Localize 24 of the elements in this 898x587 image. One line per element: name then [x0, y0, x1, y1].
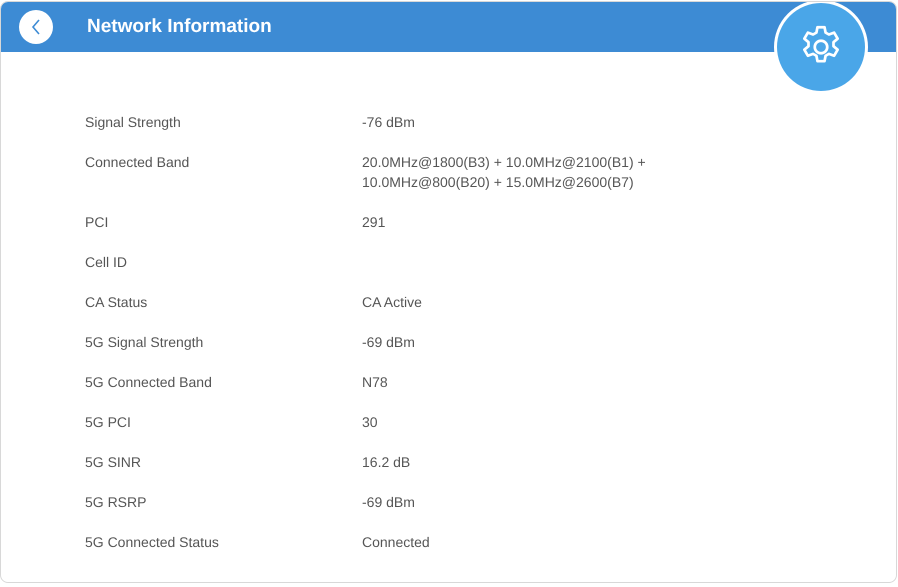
field-label: 5G Connected Status — [85, 533, 220, 552]
page-title: Network Information — [87, 16, 272, 38]
field-value: -69 dBm — [362, 493, 416, 512]
field-value: -76 dBm — [362, 113, 416, 132]
field-label: 5G Signal Strength — [85, 333, 204, 352]
field-label: 5G Connected Band — [85, 373, 213, 392]
field-label: Cell ID — [85, 253, 128, 272]
chevron-left-icon — [31, 18, 41, 36]
field-label: Connected Band — [85, 153, 190, 172]
field-label: 5G PCI — [85, 413, 132, 432]
field-label: 5G SINR — [85, 453, 142, 472]
field-value: CA Active — [362, 293, 423, 312]
field-value: 291 — [362, 213, 386, 232]
field-value: N78 — [362, 373, 389, 392]
field-label: 5G RSRP — [85, 493, 148, 512]
field-value: -69 dBm — [362, 333, 416, 352]
field-label: Signal Strength — [85, 113, 182, 132]
field-value: 20.0MHz@1800(B3) + 10.0MHz@2100(B1) + 10.0MHz@800(B20) + 15.0MHz@2600(B7) — [362, 153, 647, 192]
field-value: 16.2 dB — [362, 453, 412, 472]
field-value: 30 — [362, 413, 379, 432]
field-label: CA Status — [85, 293, 148, 312]
field-label: PCI — [85, 213, 110, 232]
back-button[interactable] — [19, 10, 53, 44]
field-value: Connected — [362, 533, 431, 552]
